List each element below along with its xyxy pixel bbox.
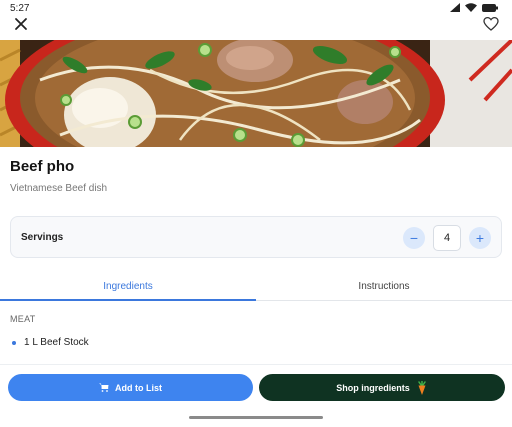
servings-value[interactable]: 4 xyxy=(433,225,461,251)
cart-icon xyxy=(99,383,109,392)
ingredient-text: 1 L Beef Stock xyxy=(24,337,89,348)
servings-stepper: − 4 + xyxy=(403,225,491,251)
bottom-action-bar: Add to List Shop ingredients xyxy=(0,364,512,427)
shop-ingredients-button[interactable]: Shop ingredients xyxy=(259,374,505,401)
list-item: 1 L Beef Stock xyxy=(12,337,89,348)
carrot-icon xyxy=(418,380,426,395)
shop-ingredients-label: Shop ingredients xyxy=(336,382,410,393)
recipe-subtitle: Vietnamese Beef dish xyxy=(10,183,108,194)
home-indicator xyxy=(189,416,323,419)
servings-label: Servings xyxy=(21,232,64,243)
increment-button[interactable]: + xyxy=(469,227,491,249)
close-button[interactable] xyxy=(12,15,30,33)
status-icons xyxy=(450,3,498,12)
favorite-button[interactable] xyxy=(482,15,500,33)
tab-instructions[interactable]: Instructions xyxy=(256,271,512,301)
heart-outline-icon xyxy=(483,16,499,31)
close-icon xyxy=(15,18,27,30)
tab-ingredients[interactable]: Ingredients xyxy=(0,271,256,301)
status-time: 5:27 xyxy=(10,3,30,14)
top-bar xyxy=(0,14,512,36)
recipe-hero-image xyxy=(0,40,512,147)
active-tab-indicator xyxy=(0,299,256,301)
ingredient-section-label: MEAT xyxy=(10,314,36,324)
bullet-icon xyxy=(12,340,16,345)
recipe-tabs: Ingredients Instructions xyxy=(0,271,512,301)
wifi-icon xyxy=(465,3,477,12)
add-to-list-label: Add to List xyxy=(115,382,162,393)
decrement-button[interactable]: − xyxy=(403,227,425,249)
servings-card: Servings − 4 + xyxy=(10,216,502,258)
signal-icon xyxy=(450,3,460,12)
add-to-list-button[interactable]: Add to List xyxy=(8,374,253,401)
battery-icon xyxy=(482,3,498,12)
recipe-title: Beef pho xyxy=(10,158,75,175)
